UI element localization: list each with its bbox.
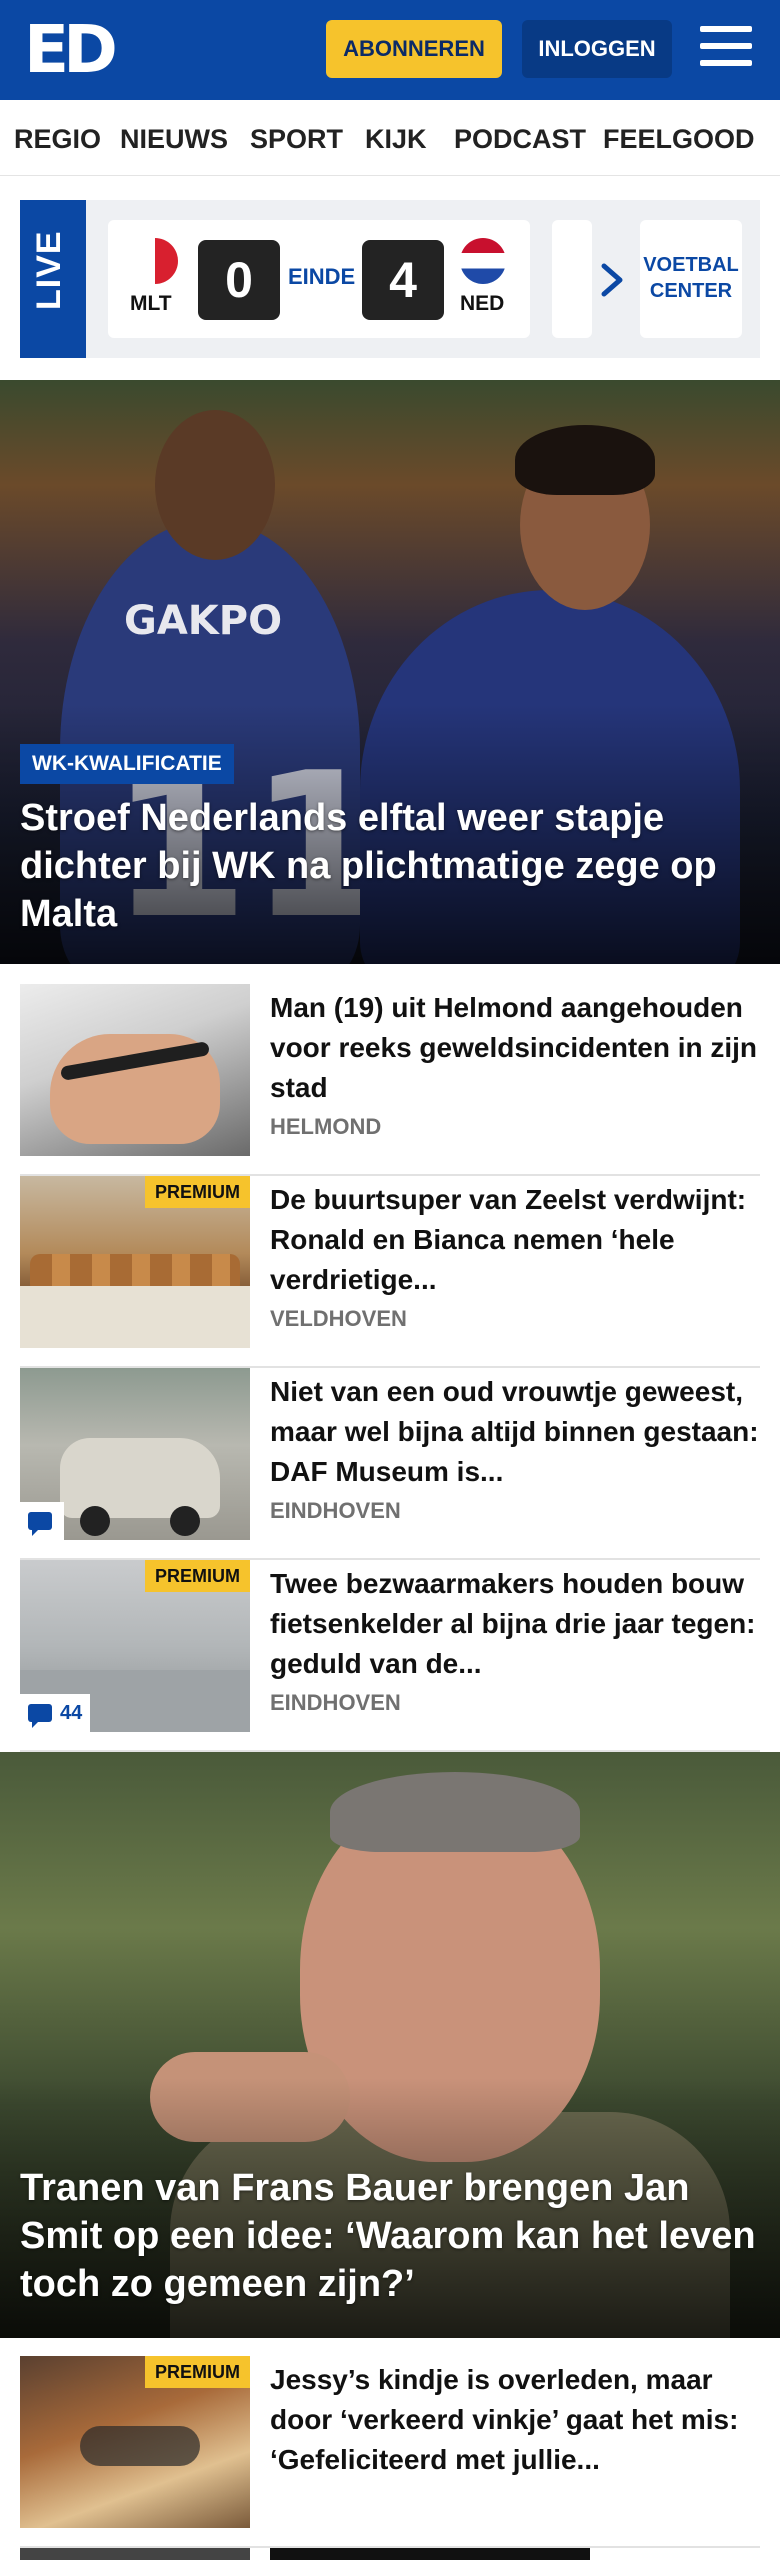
article-title[interactable]: Jessy’s kindje is overleden, maar door ‘… (270, 2360, 760, 2480)
next-article-thumbnail-peek (20, 2548, 250, 2560)
article-thumbnail: PREMIUM (20, 2356, 250, 2528)
netherlands-flag-icon (460, 238, 506, 284)
article-title[interactable]: De buurtsuper van Zeelst verdwijnt: Rona… (270, 1180, 760, 1300)
live-tab[interactable]: LIVE (20, 200, 86, 358)
comment-icon (28, 1512, 52, 1536)
login-button[interactable]: INLOGGEN (522, 20, 672, 78)
match-card[interactable]: MLT 0 EINDE 4 NED (108, 220, 530, 338)
next-match-card[interactable] (552, 220, 592, 338)
hero-title[interactable]: Stroef Nederlands elftal weer stapje dic… (20, 794, 760, 938)
nav-item-nieuws[interactable]: NIEUWS (120, 124, 228, 155)
home-score: 0 (198, 240, 280, 320)
premium-badge: PREMIUM (145, 2356, 250, 2388)
comment-badge[interactable] (20, 1502, 64, 1540)
list-item[interactable]: PREMIUM 44 Twee bezwaarmakers houden bou… (20, 1560, 760, 1752)
list-item[interactable]: Niet van een oud vrouwtje geweest, maar … (20, 1368, 760, 1560)
site-header: ED ABONNEREN INLOGGEN (0, 0, 780, 100)
nav-item-kijk[interactable]: KIJK (365, 124, 427, 155)
chevron-right-icon[interactable] (592, 260, 632, 300)
article-region: EINDHOVEN (270, 1690, 401, 1715)
menu-icon[interactable] (700, 26, 754, 72)
comment-icon (28, 1704, 52, 1728)
article-thumbnail: PREMIUM 44 (20, 1560, 250, 1732)
hero-article-frans-bauer[interactable]: Tranen van Frans Bauer brengen Jan Smit … (0, 1752, 780, 2338)
list-item[interactable]: Man (19) uit Helmond aangehou­den voor r… (20, 984, 760, 1176)
voetbal-center-link[interactable]: VOETBAL CENTER (640, 220, 742, 338)
premium-badge: PREMIUM (145, 1176, 250, 1208)
ed-logo[interactable]: ED (24, 11, 120, 88)
article-title[interactable]: Niet van een oud vrouwtje geweest, maar … (270, 1372, 760, 1492)
section-nav: REGIO NIEUWS SPORT KIJK PODCAST FEELGOOD (0, 100, 780, 176)
match-status: EINDE (288, 264, 356, 289)
next-article-title-peek (270, 2548, 590, 2560)
comment-badge[interactable]: 44 (20, 1694, 91, 1732)
article-region: HELMOND (270, 1114, 382, 1139)
article-thumbnail (20, 984, 250, 1156)
premium-badge: PREMIUM (145, 1560, 250, 1592)
article-title[interactable]: Man (19) uit Helmond aangehou­den voor r… (270, 988, 760, 1108)
article-region: EINDHOVEN (270, 1498, 401, 1523)
malta-flag-icon (132, 238, 178, 284)
live-scores-widget: LIVE MLT 0 EINDE 4 NED VOETBAL CENTER (20, 200, 760, 358)
article-thumbnail: PREMIUM (20, 1176, 250, 1348)
home-team-code: MLT (130, 292, 172, 315)
logo-text: ED (24, 11, 118, 88)
list-item[interactable]: PREMIUM De buurtsuper van Zeelst verdwij… (20, 1176, 760, 1368)
article-region: VELDHOVEN (270, 1306, 407, 1331)
hero-title[interactable]: Tranen van Frans Bauer brengen Jan Smit … (20, 2164, 760, 2308)
nav-item-podcast[interactable]: PODCAST (454, 124, 586, 155)
nav-item-regio[interactable]: REGIO (14, 124, 101, 155)
nav-item-sport[interactable]: SPORT (250, 124, 343, 155)
list-item[interactable]: PREMIUM Jessy’s kindje is overleden, maa… (20, 2356, 760, 2548)
category-badge: WK-KWALIFICATIE (20, 744, 234, 784)
shirt-name: GAKPO (124, 598, 283, 644)
subscribe-button[interactable]: ABONNEREN (326, 20, 502, 78)
hero-image-player-head (155, 410, 275, 560)
hero-image-player-hair (515, 425, 655, 495)
article-thumbnail (20, 1368, 250, 1540)
comment-count: 44 (60, 1701, 83, 1724)
hero-article-wk[interactable]: GAKPO 11 WK-KWALIFICATIE Stroef Nederlan… (0, 380, 780, 964)
away-score: 4 (362, 240, 444, 320)
article-title[interactable]: Twee bezwaarmakers houden bouw fietsenke… (270, 1564, 760, 1684)
live-label: LIVE (30, 230, 68, 310)
hero-image-hair (330, 1772, 580, 1852)
away-team-code: NED (460, 292, 505, 315)
nav-item-feelgood[interactable]: FEELGOOD (603, 124, 755, 155)
